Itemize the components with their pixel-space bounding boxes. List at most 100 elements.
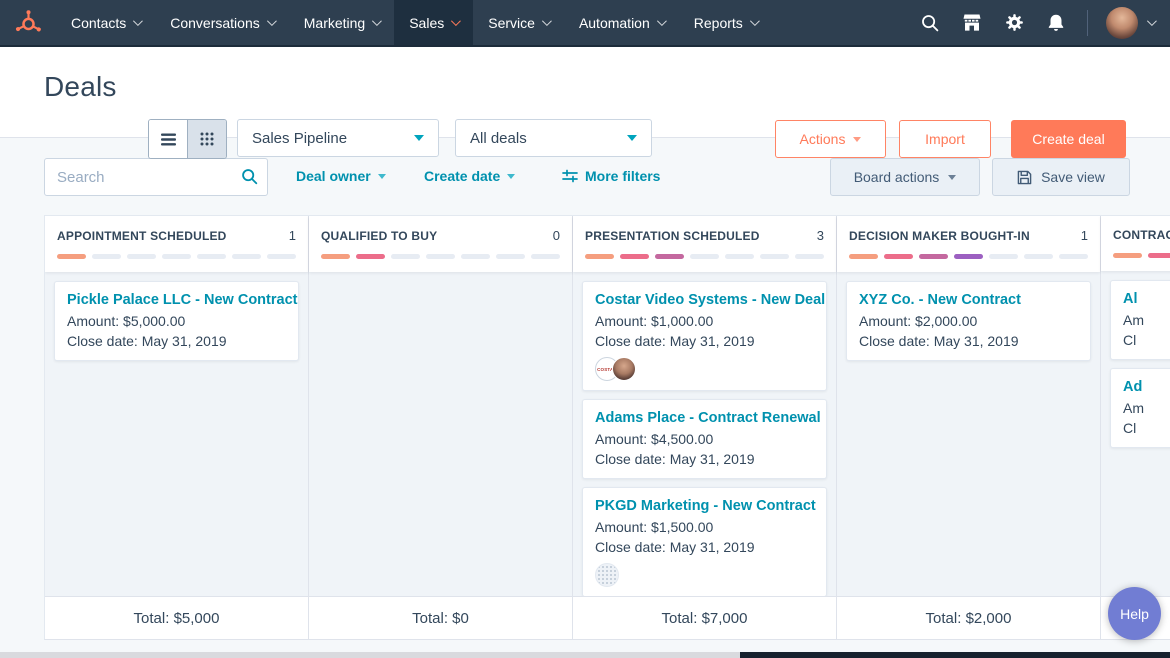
stage-cards[interactable]: Al Am Cl Ad Am Cl [1101,271,1170,596]
hubspot-sprocket-logo-icon[interactable] [15,9,42,36]
nav-item-conversations[interactable]: Conversations [155,0,289,45]
pipeline-column: PRESENTATION SCHEDULED 3 Costar Video Sy… [573,216,837,639]
column-header: APPOINTMENT SCHEDULED 1 [45,216,308,272]
notifications-icon[interactable] [1035,0,1077,45]
deal-amount: Amount: $1,000.00 [595,311,814,331]
actions-button-label: Actions [800,131,846,147]
progress-segment [760,254,789,259]
stage-name: QUALIFIED TO BUY [321,229,437,243]
stage-count: 1 [1081,228,1088,243]
create-date-filter[interactable]: Create date [424,168,515,184]
stage-name: PRESENTATION SCHEDULED [585,229,760,243]
search-icon[interactable] [909,0,951,45]
deal-owner-filter-label: Deal owner [296,168,371,184]
deal-close-date: Cl [1123,330,1170,350]
list-icon [161,133,176,146]
progress-segment [57,254,86,259]
deal-card[interactable]: PKGD Marketing - New Contract Amount: $1… [582,487,827,596]
nav-item-reports[interactable]: Reports [679,0,772,45]
deal-title-link[interactable]: Ad [1123,377,1170,398]
import-button-label: Import [925,131,965,147]
chevron-down-icon [267,16,277,26]
progress-segment [795,254,824,259]
nav-item-automation[interactable]: Automation [564,0,679,45]
deal-amount: Amount: $1,500.00 [595,517,814,537]
deal-amount: Amount: $5,000.00 [67,311,286,331]
stage-cards[interactable]: Pickle Palace LLC - New Contract Amount:… [45,272,308,596]
save-view-button[interactable]: Save view [992,158,1130,196]
column-header: CONTRACT SENT [1101,216,1170,271]
progress-segment [954,254,983,259]
deal-title-link[interactable]: XYZ Co. - New Contract [859,290,1078,311]
top-navigation: Contacts Conversations Marketing Sales Servi… [0,0,1170,47]
search-field-wrap [44,158,268,196]
user-avatar[interactable] [1106,7,1138,39]
marketplace-icon[interactable] [951,0,993,45]
stage-progress [849,254,1088,259]
nav-item-marketing[interactable]: Marketing [289,0,394,45]
actions-button[interactable]: Actions [775,120,886,158]
horizontal-scrollbar-thumb[interactable] [740,652,1170,658]
deal-title-link[interactable]: PKGD Marketing - New Contract [595,496,814,517]
nav-item-service[interactable]: Service [473,0,564,45]
progress-segment [162,254,191,259]
progress-segment [197,254,226,259]
chevron-down-icon [627,135,637,141]
nav-item-label: Service [488,15,535,31]
board-view-button[interactable] [187,120,226,158]
deal-title-link[interactable]: Al [1123,289,1170,310]
stage-cards[interactable] [309,272,572,596]
import-button[interactable]: Import [899,120,991,158]
deal-owner-filter[interactable]: Deal owner [296,168,386,184]
nav-item-label: Contacts [71,15,126,31]
stage-progress [1113,253,1170,258]
placeholder-avatar[interactable] [595,563,619,587]
deal-card[interactable]: Ad Am Cl [1110,368,1170,448]
deals-filter-select[interactable]: All deals [455,119,652,157]
progress-segment [321,254,350,259]
stage-cards[interactable]: XYZ Co. - New Contract Amount: $2,000.00… [837,272,1100,596]
board-actions-button[interactable]: Board actions [830,158,980,196]
save-view-label: Save view [1041,169,1105,185]
progress-segment [267,254,296,259]
contact-photo-avatar[interactable] [612,357,636,381]
help-button[interactable]: Help [1108,587,1161,640]
deal-card[interactable]: Costar Video Systems - New Deal Amount: … [582,281,827,391]
account-menu[interactable] [1098,7,1170,39]
search-icon[interactable] [241,168,258,190]
chevron-down-icon [1147,16,1157,26]
stage-progress [57,254,296,259]
progress-segment [1024,254,1053,259]
nav-item-contacts[interactable]: Contacts [56,0,155,45]
deal-title-link[interactable]: Adams Place - Contract Renewal [595,408,814,429]
progress-segment [127,254,156,259]
nav-menu: Contacts Conversations Marketing Sales Servi… [56,0,772,45]
deal-title-link[interactable]: Costar Video Systems - New Deal [595,290,814,311]
chevron-down-icon [133,16,143,26]
deal-amount: Amount: $4,500.00 [595,429,814,449]
progress-segment [849,254,878,259]
create-deal-button-label: Create deal [1032,131,1104,147]
deal-title-link[interactable]: Pickle Palace LLC - New Contract [67,290,286,311]
chevron-down-icon [372,16,382,26]
nav-item-label: Conversations [170,15,260,31]
deal-card[interactable]: Al Am Cl [1110,280,1170,360]
list-view-button[interactable] [149,120,187,158]
stage-count: 3 [817,228,824,243]
deal-card[interactable]: Pickle Palace LLC - New Contract Amount:… [54,281,299,361]
deal-card[interactable]: XYZ Co. - New Contract Amount: $2,000.00… [846,281,1091,361]
stage-cards[interactable]: Costar Video Systems - New Deal Amount: … [573,272,836,596]
create-deal-button[interactable]: Create deal [1011,120,1126,158]
pipeline-column: DECISION MAKER BOUGHT-IN 1 XYZ Co. - New… [837,216,1101,639]
pipeline-select[interactable]: Sales Pipeline [237,119,439,157]
stage-name: DECISION MAKER BOUGHT-IN [849,229,1030,243]
deal-avatars [595,563,814,587]
more-filters-link[interactable]: More filters [562,168,660,184]
deal-card[interactable]: Adams Place - Contract Renewal Amount: $… [582,399,827,479]
nav-item-sales[interactable]: Sales [394,0,473,45]
progress-segment [531,254,560,259]
settings-icon[interactable] [993,0,1035,45]
nav-item-label: Sales [409,15,444,31]
progress-segment [1113,253,1142,258]
search-input[interactable] [44,158,268,196]
